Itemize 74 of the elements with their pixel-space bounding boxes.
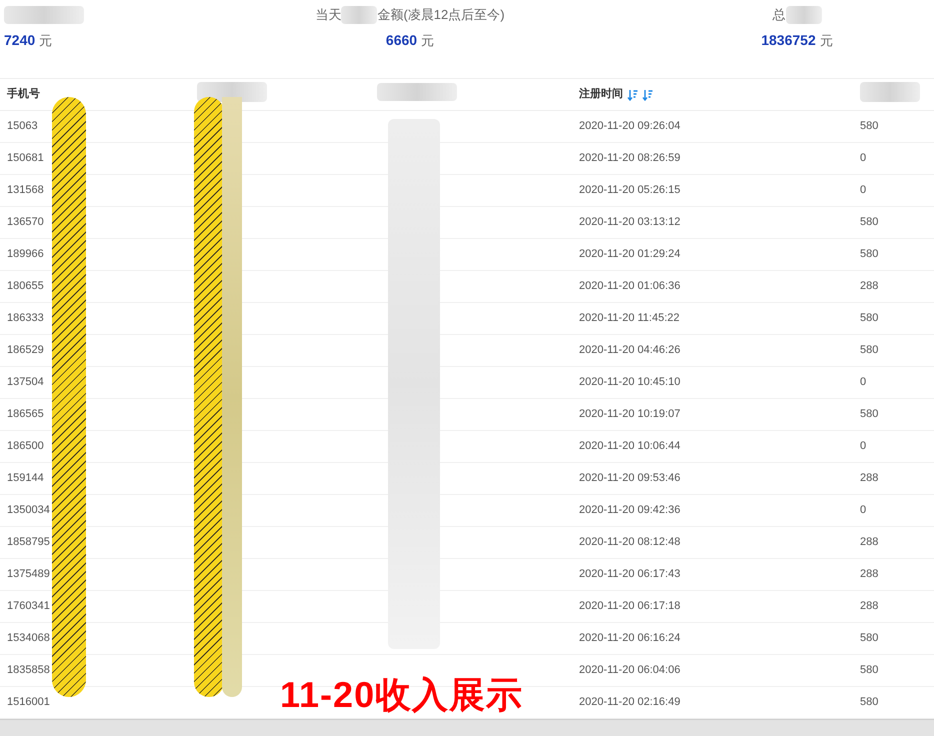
- table-cell-text: 189966: [7, 247, 45, 262]
- table-cell-text: 1375489: [7, 567, 51, 582]
- table-cell-text: 1760341: [7, 599, 51, 614]
- table-cell-text: 0: [860, 503, 868, 518]
- table-cell-text: 2020-11-20 09:26:04: [579, 119, 682, 134]
- table-cell-text: 2020-11-20 03:13:12: [579, 215, 682, 230]
- stat-value: 6660: [386, 31, 418, 50]
- table-cell-text: 288: [860, 567, 880, 582]
- table-cell-text: 288: [860, 471, 880, 486]
- table-cell-text: 2020-11-20 09:53:46: [579, 471, 682, 486]
- table-cell-text: 137504: [7, 375, 45, 390]
- table-cell-text: 580: [860, 247, 880, 262]
- table-cell-text: 580: [860, 695, 880, 710]
- table-cell-text: 2020-11-20 10:45:10: [579, 375, 682, 390]
- blurred-patch: [860, 82, 920, 102]
- table-cell-text: 2020-11-20 02:16:49: [579, 695, 682, 710]
- table-cell-text: 2020-11-20 08:26:59: [579, 151, 682, 166]
- stat-label: 当天: [315, 6, 342, 24]
- overlay-caption: 11-20收入展示: [280, 675, 524, 715]
- table-cell-text: 580: [860, 407, 880, 422]
- stat-label: 总: [772, 6, 786, 24]
- table-cell-text: 580: [860, 631, 880, 646]
- unit-label: 元: [820, 32, 833, 50]
- table-cell-text: 580: [860, 343, 880, 358]
- table-cell-text: 2020-11-20 01:06:36: [579, 279, 682, 294]
- table-cell-text: 2020-11-20 06:17:43: [579, 567, 682, 582]
- table-cell-text: 159144: [7, 471, 45, 486]
- table-cell-text: 0: [860, 375, 868, 390]
- table-cell-text: 131568: [7, 183, 45, 198]
- table-cell-text: 2020-11-20 11:45:22: [579, 311, 681, 326]
- table-cell-text: 1858795: [7, 535, 51, 550]
- table-cell-text: 1835858: [7, 663, 51, 678]
- table-cell-text: 2020-11-20 10:19:07: [579, 407, 682, 422]
- column-header: 注册时间: [579, 86, 623, 102]
- table-cell-text: 150681: [7, 151, 45, 166]
- table-cell-text: 580: [860, 119, 880, 134]
- sort-icon[interactable]: [642, 88, 653, 100]
- table-cell-text: 2020-11-20 08:12:48: [579, 535, 682, 550]
- table-cell-text: 288: [860, 279, 880, 294]
- table-cell-text: 580: [860, 663, 880, 678]
- table-cell-text: 1350034: [7, 503, 51, 518]
- table-cell-text: 2020-11-20 06:16:24: [579, 631, 682, 646]
- table-cell-text: 2020-11-20 09:42:36: [579, 503, 682, 518]
- sort-icon[interactable]: [627, 88, 638, 100]
- unit-label: 元: [39, 32, 52, 50]
- table-cell-text: 186333: [7, 311, 45, 326]
- table-cell-text: 288: [860, 599, 880, 614]
- table-cell-text: 15063: [7, 119, 39, 134]
- table-cell-text: 580: [860, 215, 880, 230]
- unit-label: 元: [421, 32, 434, 50]
- table-cell-text: 186500: [7, 439, 45, 454]
- table-cell-text: 186529: [7, 343, 45, 358]
- stat-label: 金额(凌晨12点后至今): [377, 6, 505, 24]
- table-cell-text: 2020-11-20 06:04:06: [579, 663, 682, 678]
- table-cell-text: 580: [860, 311, 880, 326]
- table-cell-text: 2020-11-20 01:29:24: [579, 247, 682, 262]
- stat-value: 7240: [4, 31, 36, 50]
- table-cell-text: 2020-11-20 04:46:26: [579, 343, 682, 358]
- blurred-patch: [786, 6, 822, 24]
- blurred-patch: [341, 6, 378, 24]
- table-cell-text: 0: [860, 183, 868, 198]
- stat-value: 1836752: [761, 31, 816, 50]
- column-header: 手机号: [7, 86, 41, 102]
- table-cell-text: 2020-11-20 05:26:15: [579, 183, 682, 198]
- table-cell-text: 2020-11-20 06:17:18: [579, 599, 682, 614]
- table-cell-text: 136570: [7, 215, 45, 230]
- table-cell-text: 2020-11-20 10:06:44: [579, 439, 682, 454]
- table-cell-text: 180655: [7, 279, 45, 294]
- table-cell-text: 186565: [7, 407, 45, 422]
- table-cell-text: 1534068: [7, 631, 51, 646]
- table-cell-text: 0: [860, 439, 868, 454]
- table-cell-text: 1516001: [7, 695, 51, 710]
- table-cell-text: 288: [860, 535, 880, 550]
- table-cell-text: 0: [860, 151, 868, 166]
